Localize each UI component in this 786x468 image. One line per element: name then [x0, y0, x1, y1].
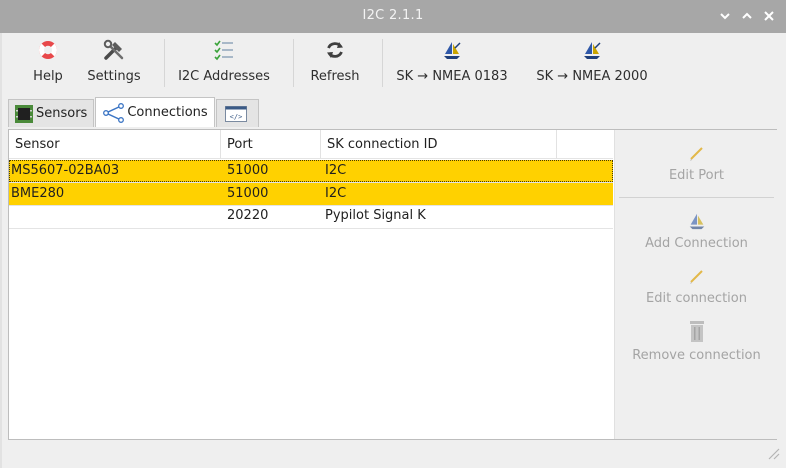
table-row[interactable]: 20220 Pypilot Signal K	[9, 205, 613, 227]
toolbar: Help Settings I2C Addresses Refresh SK →…	[20, 37, 663, 89]
trash-icon	[688, 318, 706, 344]
cell-sk-id: I2C	[325, 186, 347, 201]
tab-connections-label: Connections	[127, 105, 208, 120]
tab-code[interactable]: </>	[215, 99, 259, 127]
edit-connection-button[interactable]: Edit connection	[615, 265, 778, 306]
remove-connection-button[interactable]: Remove connection	[615, 318, 778, 363]
tab-connections[interactable]: Connections	[95, 97, 215, 127]
tab-sensors[interactable]: Sensors	[8, 99, 95, 127]
code-icon: </>	[224, 105, 247, 122]
connections-panel: Sensor Port SK connection ID MS5607-02BA…	[8, 129, 777, 440]
i2c-addresses-button[interactable]: I2C Addresses	[165, 37, 283, 89]
refresh-label: Refresh	[310, 69, 360, 84]
tools-icon	[101, 37, 127, 63]
edit-port-button[interactable]: Edit Port	[615, 142, 778, 183]
remove-connection-label: Remove connection	[632, 348, 761, 363]
connections-table: Sensor Port SK connection ID MS5607-02BA…	[9, 130, 613, 439]
cell-port: 20220	[227, 208, 269, 223]
add-connection-label: Add Connection	[645, 236, 748, 251]
tab-sensors-label: Sensors	[36, 106, 88, 121]
edit-connection-label: Edit connection	[646, 291, 747, 306]
sailboat-icon	[439, 37, 465, 63]
share-icon	[102, 102, 125, 123]
sk-nmea2000-label: SK → NMEA 2000	[536, 69, 648, 84]
sailboat-icon	[687, 210, 707, 232]
main-window: Help Settings I2C Addresses Refresh SK →…	[0, 33, 786, 468]
sk-nmea0183-label: SK → NMEA 0183	[396, 69, 508, 84]
action-sidebar: Edit Port Add Connection Edit connection	[614, 130, 777, 439]
cell-port: 51000	[227, 186, 269, 201]
refresh-icon	[322, 37, 348, 63]
cell-sk-id: I2C	[325, 163, 347, 178]
cell-sensor: MS5607-02BA03	[11, 163, 120, 178]
chip-icon	[15, 104, 33, 123]
table-row[interactable]: BME280 51000 I2C	[9, 183, 613, 205]
minimize-button[interactable]	[716, 6, 734, 26]
close-button[interactable]	[760, 6, 778, 26]
cell-sk-id: Pypilot Signal K	[325, 208, 426, 223]
column-header-sensor[interactable]: Sensor	[9, 130, 221, 159]
table-row[interactable]: MS5607-02BA03 51000 I2C	[9, 160, 613, 182]
i2c-addresses-label: I2C Addresses	[178, 69, 270, 84]
settings-button[interactable]: Settings	[76, 37, 152, 89]
svg-text:</>: </>	[229, 113, 242, 121]
cell-port: 51000	[227, 163, 269, 178]
sk-nmea2000-button[interactable]: SK → NMEA 2000	[521, 37, 663, 89]
lifebuoy-icon	[35, 37, 61, 63]
window-title: I2C 2.1.1	[362, 8, 424, 23]
pencil-icon	[688, 142, 706, 164]
table-header: Sensor Port SK connection ID	[9, 130, 613, 159]
sk-nmea0183-button[interactable]: SK → NMEA 0183	[383, 37, 521, 89]
checklist-icon	[211, 37, 237, 63]
edit-port-label: Edit Port	[668, 168, 725, 183]
refresh-button[interactable]: Refresh	[294, 37, 376, 89]
close-icon	[764, 11, 774, 21]
chevron-down-icon	[720, 13, 730, 20]
help-label: Help	[33, 69, 63, 84]
pencil-icon	[688, 265, 706, 287]
help-button[interactable]: Help	[20, 37, 76, 89]
cell-sensor	[9, 205, 11, 227]
cell-sensor: BME280	[11, 186, 65, 201]
add-connection-button[interactable]: Add Connection	[615, 210, 778, 251]
tab-bar: Sensors Connections </>	[8, 97, 260, 129]
chevron-up-icon	[742, 12, 752, 19]
column-header-sk-id[interactable]: SK connection ID	[321, 130, 557, 159]
column-header-port[interactable]: Port	[221, 130, 321, 159]
resize-grip[interactable]	[766, 446, 780, 464]
window-controls	[716, 6, 778, 26]
title-bar: I2C 2.1.1	[0, 0, 786, 33]
sailboat-icon	[579, 37, 605, 63]
settings-label: Settings	[87, 69, 141, 84]
maximize-button[interactable]	[738, 6, 756, 26]
